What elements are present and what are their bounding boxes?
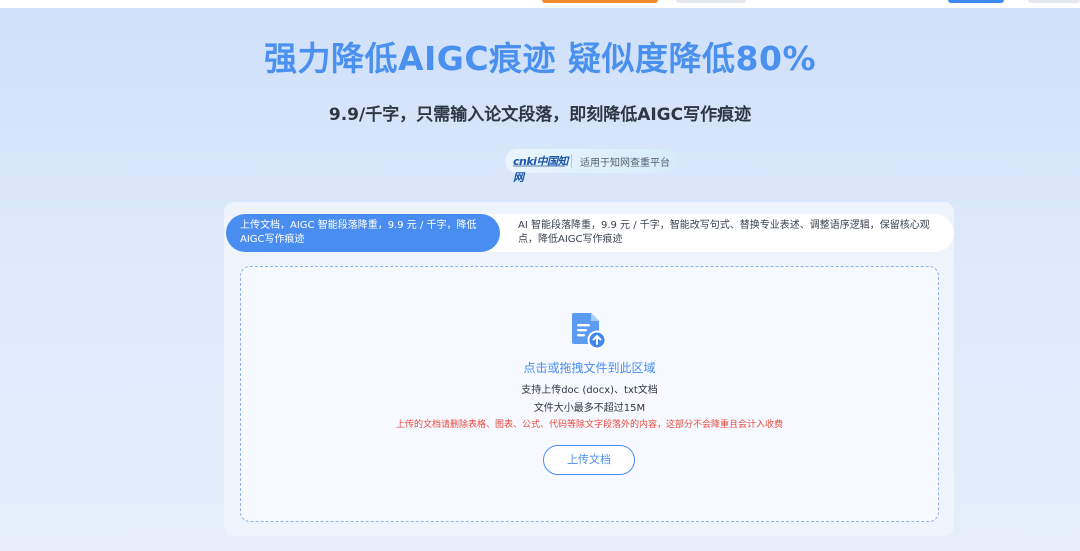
cnki-logo-text: cnki中国知网 bbox=[513, 155, 568, 184]
supported-formats-text: 支持上传doc (docx)、txt文档 bbox=[521, 385, 658, 396]
tab-upload-document[interactable]: 上传文档，AIGC 智能段落降重，9.9 元 / 千字，降低AIGC写作痕迹 bbox=[226, 214, 500, 252]
page-headline: 强力降低AIGC痕迹 疑似度降低80% bbox=[263, 39, 817, 78]
top-navigation-strip bbox=[0, 0, 1080, 8]
platform-badge: cnki中国知网 适用于知网查重平台 bbox=[505, 149, 677, 184]
page-subheadline: 9.9/千字，只需输入论文段落，即刻降低AIGC写作痕迹 bbox=[328, 105, 752, 125]
file-size-limit-text: 文件大小最多不超过15M bbox=[533, 403, 646, 414]
top-nav-blue-button[interactable] bbox=[948, 0, 1004, 3]
dropzone-title[interactable]: 点击或拖拽文件到此区域 bbox=[240, 359, 939, 376]
platform-badge-label: 适用于知网查重平台 bbox=[580, 157, 670, 169]
mode-tabs: 上传文档，AIGC 智能段落降重，9.9 元 / 千字，降低AIGC写作痕迹 A… bbox=[226, 214, 954, 252]
content-warning-text: 上传的文档请删除表格、图表、公式、代码等除文字段落外的内容，这部分不会降重且会计… bbox=[395, 420, 783, 430]
tab-ai-paragraph-rewrite[interactable]: AI 智能段落降重，9.9 元 / 千字，智能改写句式、替换专业表述、调整语序逻… bbox=[514, 214, 944, 252]
top-nav-button[interactable] bbox=[676, 0, 746, 3]
top-nav-orange-button[interactable] bbox=[542, 0, 658, 3]
top-nav-gray-button[interactable] bbox=[1028, 0, 1080, 3]
cnki-logo: cnki中国知网 bbox=[513, 151, 569, 184]
upload-document-button[interactable]: 上传文档 bbox=[543, 445, 635, 475]
document-upload-icon bbox=[572, 313, 607, 350]
badge-divider bbox=[571, 154, 572, 168]
